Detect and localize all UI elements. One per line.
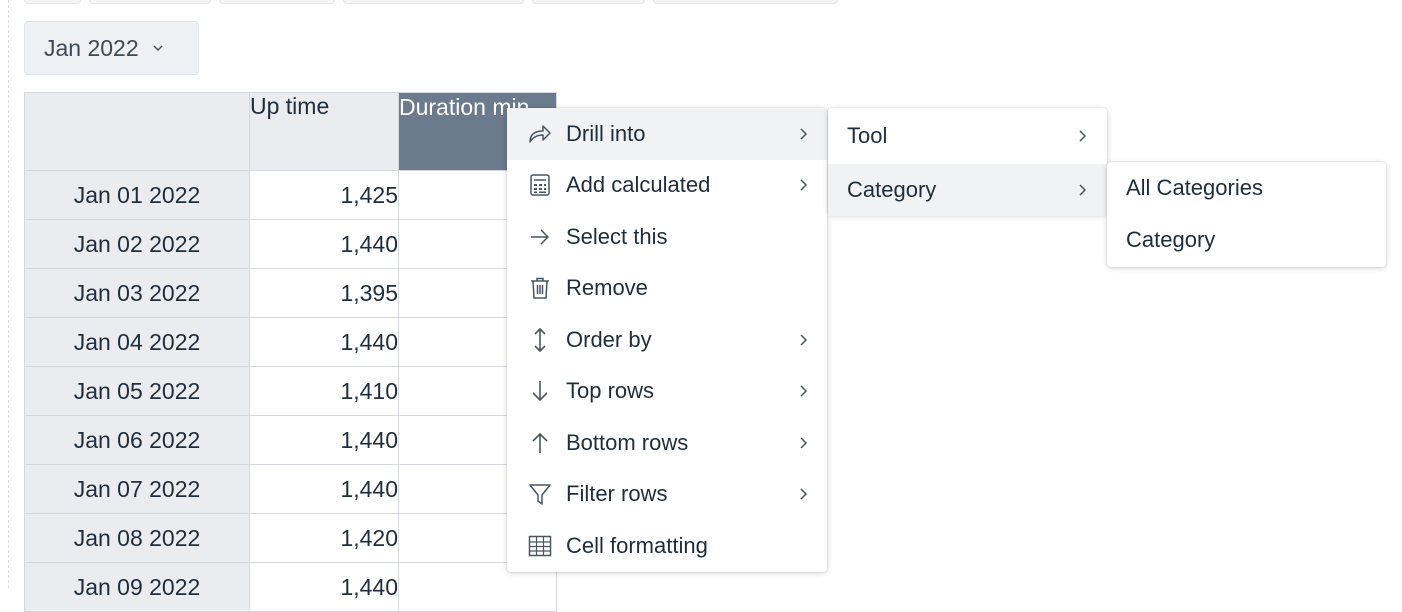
chevron-right-icon	[799, 178, 809, 192]
row-header-date[interactable]: Jan 07 2022	[24, 464, 250, 514]
menu-item-label: Remove	[566, 275, 648, 301]
row-header-date[interactable]: Jan 06 2022	[24, 415, 250, 465]
menu-item-label: Top rows	[566, 378, 655, 404]
toolbar-button[interactable]	[343, 0, 524, 4]
sort-vertical-icon	[526, 326, 554, 354]
row-header-date[interactable]: Jan 01 2022	[24, 170, 250, 220]
row-header-date[interactable]: Jan 02 2022	[24, 219, 250, 269]
row-header-date[interactable]: Jan 03 2022	[24, 268, 250, 318]
toolbar-button-group[interactable]	[89, 0, 211, 4]
menu-item-filter-rows[interactable]: Filter rows	[507, 469, 827, 521]
arrow-down-icon	[526, 377, 554, 405]
pivot-grid: Up time Duration min Jan 01 2022 1,425 Jan…	[24, 92, 557, 612]
table-row: Jan 05 2022 1,410	[24, 366, 557, 416]
chevron-right-icon	[799, 127, 809, 141]
menu-item-label: Bottom rows	[566, 429, 689, 455]
menu-item-label: Add calculated	[566, 172, 711, 198]
table-row: Jan 01 2022 1,425	[24, 170, 557, 220]
table-icon	[526, 532, 554, 560]
menu-item-label: Cell formatting	[566, 532, 708, 558]
category-item-all-categories[interactable]: All Categories	[1107, 162, 1386, 214]
menu-item-label: All Categories	[1126, 175, 1263, 200]
drill-into-submenu: Tool Category	[828, 108, 1107, 216]
table-row: Jan 07 2022 1,440	[24, 464, 557, 514]
table-row: Jan 04 2022 1,440	[24, 317, 557, 367]
category-item-category[interactable]: Category	[1107, 214, 1386, 266]
period-selector[interactable]: Jan 2022	[24, 21, 199, 75]
menu-item-label: Select this	[566, 223, 668, 249]
chevron-right-icon	[1078, 183, 1088, 197]
calculator-icon	[526, 171, 554, 199]
menu-item-cell-formatting[interactable]: Cell formatting	[507, 520, 827, 572]
category-submenu: All Categories Category	[1107, 162, 1386, 267]
table-row: Jan 03 2022 1,395	[24, 268, 557, 318]
arrow-right-icon	[526, 223, 554, 251]
chevron-right-icon	[1078, 129, 1088, 143]
arrow-up-icon	[526, 429, 554, 457]
cell-up-time[interactable]: 1,425	[249, 170, 399, 220]
toolbar-button[interactable]	[24, 0, 81, 4]
menu-item-label: Category	[1126, 227, 1216, 252]
chevron-right-icon	[799, 333, 809, 347]
context-menu: Drill into Add calculated Select this Remov…	[507, 108, 827, 572]
header-row: Up time Duration min	[24, 92, 557, 171]
cell-up-time[interactable]: 1,440	[249, 562, 399, 612]
drill-item-tool[interactable]: Tool	[828, 110, 1107, 162]
menu-item-add-calculated[interactable]: Add calculated	[507, 160, 827, 212]
row-header-date[interactable]: Jan 04 2022	[24, 317, 250, 367]
toolbar-button[interactable]	[653, 0, 838, 4]
cell-up-time[interactable]: 1,440	[249, 415, 399, 465]
corner-cell	[24, 92, 250, 171]
table-row: Jan 06 2022 1,440	[24, 415, 557, 465]
menu-item-select-this[interactable]: Select this	[507, 211, 827, 263]
column-header-up-time[interactable]: Up time	[249, 92, 399, 171]
menu-item-label: Filter rows	[566, 481, 668, 507]
table-row: Jan 08 2022 1,420	[24, 513, 557, 563]
drill-item-category[interactable]: Category	[828, 164, 1107, 216]
column-header-label: Up time	[250, 93, 330, 119]
filter-icon	[526, 480, 554, 508]
cell-up-time[interactable]: 1,395	[249, 268, 399, 318]
row-header-date[interactable]: Jan 05 2022	[24, 366, 250, 416]
cell-up-time[interactable]: 1,440	[249, 317, 399, 367]
toolbar-button-group[interactable]	[219, 0, 335, 4]
cell-up-time[interactable]: 1,440	[249, 219, 399, 269]
chevron-right-icon	[799, 487, 809, 501]
menu-item-label: Category	[847, 177, 937, 202]
chevron-right-icon	[799, 384, 809, 398]
menu-item-label: Drill into	[566, 120, 646, 146]
cell-up-time[interactable]: 1,410	[249, 366, 399, 416]
menu-item-label: Order by	[566, 326, 652, 352]
period-selector-label: Jan 2022	[44, 34, 139, 61]
share-arrow-icon	[526, 120, 554, 148]
menu-item-label: Tool	[847, 123, 888, 148]
menu-item-order-by[interactable]: Order by	[507, 314, 827, 366]
menu-item-top-rows[interactable]: Top rows	[507, 366, 827, 418]
page-border	[8, 0, 10, 588]
row-header-date[interactable]: Jan 08 2022	[24, 513, 250, 563]
trash-icon	[526, 274, 554, 302]
cell-up-time[interactable]: 1,440	[249, 464, 399, 514]
menu-item-bottom-rows[interactable]: Bottom rows	[507, 417, 827, 469]
menu-item-remove[interactable]: Remove	[507, 263, 827, 315]
chevron-down-icon	[151, 41, 165, 55]
chevron-right-icon	[799, 436, 809, 450]
row-header-date[interactable]: Jan 09 2022	[24, 562, 250, 612]
menu-item-drill-into[interactable]: Drill into	[507, 108, 827, 160]
cell-up-time[interactable]: 1,420	[249, 513, 399, 563]
toolbar-button[interactable]	[532, 0, 645, 4]
table-row: Jan 09 2022 1,440	[24, 562, 557, 612]
table-row: Jan 02 2022 1,440	[24, 219, 557, 269]
